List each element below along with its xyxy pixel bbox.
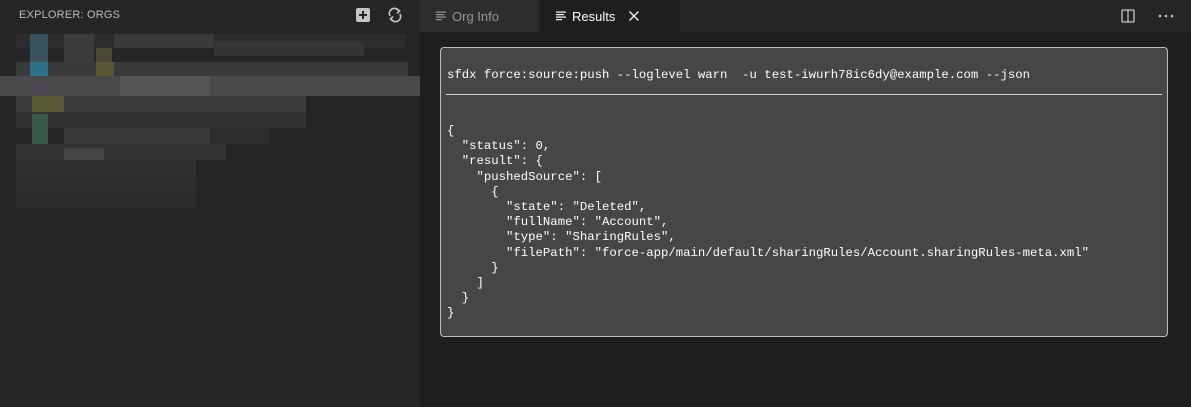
editor-area: sfdx force:source:push --loglevel warn -… [420, 32, 1191, 407]
tab-results[interactable]: Results [540, 0, 680, 32]
sidebar-actions [354, 6, 404, 24]
sidebar-title: EXPLORER: ORGS [19, 9, 121, 21]
preview-icon [556, 11, 566, 21]
preview-icon [436, 11, 446, 21]
tab-org-info[interactable]: Org Info [420, 0, 538, 32]
split-editor-icon[interactable] [1119, 7, 1137, 25]
close-icon[interactable] [629, 11, 640, 21]
tab-bar: Org Info Results [420, 0, 1191, 32]
add-icon[interactable] [354, 6, 372, 24]
command-text: sfdx force:source:push --loglevel warn -… [447, 68, 1030, 82]
editor-actions [1119, 7, 1175, 25]
result-panel: sfdx force:source:push --loglevel warn -… [440, 47, 1168, 337]
json-output: { "status": 0, "result": { "pushedSource… [447, 124, 1090, 321]
sidebar: EXPLORER: ORGS [0, 0, 420, 407]
divider [446, 94, 1162, 95]
tab-label: Results [572, 8, 616, 24]
sidebar-header: EXPLORER: ORGS [0, 0, 420, 32]
refresh-icon[interactable] [386, 6, 404, 24]
redacted-org-list [0, 32, 420, 212]
tab-label: Org Info [452, 8, 499, 24]
more-actions-icon[interactable] [1157, 7, 1175, 25]
